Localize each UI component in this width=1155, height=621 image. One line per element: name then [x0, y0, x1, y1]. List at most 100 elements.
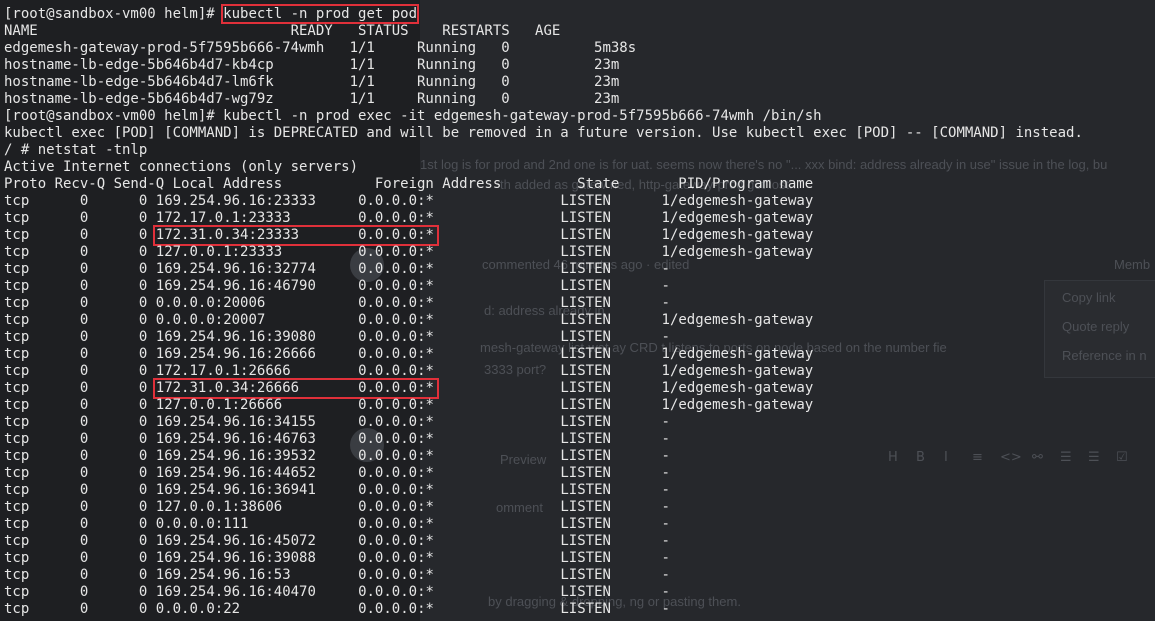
netstat-pid-program: -	[661, 516, 670, 532]
terminal-line-text: kubectl exec [POD] [COMMAND] is DEPRECAT…	[4, 125, 1083, 141]
netstat-foreign-address: 0.0.0.0:*	[358, 448, 434, 464]
netstat-spacer	[316, 584, 358, 600]
netstat-row: tcp 0 0 0.0.0.0:20006 0.0.0.0:* LISTEN -	[4, 295, 670, 312]
netstat-spacer	[611, 499, 662, 515]
netstat-foreign-address: 0.0.0.0:*	[358, 244, 434, 260]
terminal-line: Proto Recv-Q Send-Q Local Address Foreig…	[4, 176, 813, 193]
netstat-foreign-address: 0.0.0.0:*	[358, 431, 434, 447]
netstat-local-address: 0.0.0.0:20007	[155, 312, 266, 328]
netstat-pid-program: -	[661, 533, 670, 549]
netstat-pid-program: -	[661, 499, 670, 515]
netstat-queues: 0 0	[29, 210, 155, 226]
netstat-spacer	[434, 431, 560, 447]
netstat-row: tcp 0 0 169.254.96.16:40470 0.0.0.0:* LI…	[4, 584, 670, 601]
netstat-foreign-address: 0.0.0.0:*	[358, 567, 434, 583]
netstat-local-address: 172.31.0.34:26666	[155, 380, 300, 396]
netstat-row: tcp 0 0 169.254.96.16:34155 0.0.0.0:* LI…	[4, 414, 670, 431]
netstat-state: LISTEN	[560, 244, 611, 260]
netstat-state: LISTEN	[560, 227, 611, 243]
terminal-line-text: [root@sandbox-vm00 helm]# kubectl -n pro…	[4, 108, 822, 124]
netstat-spacer	[611, 601, 662, 617]
netstat-spacer	[434, 346, 560, 362]
netstat-state: LISTEN	[560, 312, 611, 328]
netstat-proto: tcp	[4, 380, 30, 396]
netstat-spacer	[434, 567, 560, 583]
netstat-spacer	[434, 312, 560, 328]
netstat-spacer	[299, 227, 358, 243]
netstat-proto: tcp	[4, 550, 30, 566]
netstat-pid-program: 1/edgemesh-gateway	[661, 193, 814, 209]
netstat-pid-program: -	[661, 465, 670, 481]
netstat-spacer	[611, 329, 662, 345]
netstat-foreign-address: 0.0.0.0:*	[358, 499, 434, 515]
netstat-queues: 0 0	[29, 482, 155, 498]
netstat-state: LISTEN	[560, 567, 611, 583]
netstat-row: tcp 0 0 169.254.96.16:32774 0.0.0.0:* LI…	[4, 261, 670, 278]
netstat-proto: tcp	[4, 278, 30, 294]
netstat-queues: 0 0	[29, 227, 155, 243]
netstat-foreign-address: 0.0.0.0:*	[358, 329, 434, 345]
terminal-line: NAME READY STATUS RESTARTS AGE	[4, 23, 560, 40]
netstat-foreign-address: 0.0.0.0:*	[358, 550, 434, 566]
terminal-line-text: hostname-lb-edge-5b646b4d7-wg79z 1/1 Run…	[4, 91, 620, 107]
netstat-state: LISTEN	[560, 397, 611, 413]
netstat-spacer	[316, 329, 358, 345]
netstat-local-address: 172.31.0.34:23333	[155, 227, 300, 243]
netstat-proto: tcp	[4, 448, 30, 464]
netstat-spacer	[316, 533, 358, 549]
netstat-row: tcp 0 0 169.254.96.16:39532 0.0.0.0:* LI…	[4, 448, 670, 465]
netstat-state: LISTEN	[560, 346, 611, 362]
netstat-spacer	[611, 431, 662, 447]
netstat-foreign-address: 0.0.0.0:*	[358, 312, 434, 328]
netstat-spacer	[316, 465, 358, 481]
netstat-state: LISTEN	[560, 193, 611, 209]
netstat-queues: 0 0	[29, 431, 155, 447]
netstat-foreign-address: 0.0.0.0:*	[358, 414, 434, 430]
terminal-line: edgemesh-gateway-prod-5f7595b666-74wmh 1…	[4, 40, 636, 57]
netstat-spacer	[316, 414, 358, 430]
netstat-spacer	[611, 244, 662, 260]
netstat-spacer	[265, 312, 358, 328]
terminal-window[interactable]: [root@sandbox-vm00 helm]# kubectl -n pro…	[0, 0, 1155, 621]
netstat-foreign-address: 0.0.0.0:*	[358, 380, 434, 396]
netstat-spacer	[611, 261, 662, 277]
netstat-spacer	[434, 261, 560, 277]
netstat-pid-program: 1/edgemesh-gateway	[661, 363, 814, 379]
netstat-state: LISTEN	[560, 295, 611, 311]
netstat-state: LISTEN	[560, 431, 611, 447]
netstat-row: tcp 0 0 169.254.96.16:36941 0.0.0.0:* LI…	[4, 482, 670, 499]
netstat-local-address: 127.0.0.1:38606	[155, 499, 283, 515]
netstat-pid-program: -	[661, 261, 670, 277]
netstat-spacer	[434, 516, 560, 532]
netstat-proto: tcp	[4, 465, 30, 481]
netstat-queues: 0 0	[29, 601, 155, 617]
netstat-local-address: 169.254.96.16:32774	[155, 261, 316, 277]
netstat-spacer	[611, 295, 662, 311]
netstat-spacer	[291, 210, 358, 226]
netstat-state: LISTEN	[560, 363, 611, 379]
netstat-spacer	[282, 499, 358, 515]
netstat-row: tcp 0 0 169.254.96.16:46763 0.0.0.0:* LI…	[4, 431, 670, 448]
netstat-local-address: 172.17.0.1:23333	[155, 210, 291, 226]
netstat-row: tcp 0 0 172.17.0.1:26666 0.0.0.0:* LISTE…	[4, 363, 813, 380]
netstat-spacer	[611, 550, 662, 566]
netstat-proto: tcp	[4, 193, 30, 209]
netstat-row: tcp 0 0 0.0.0.0:111 0.0.0.0:* LISTEN -	[4, 516, 670, 533]
netstat-local-address: 169.254.96.16:53	[155, 567, 291, 583]
netstat-queues: 0 0	[29, 193, 155, 209]
netstat-spacer	[299, 380, 358, 396]
netstat-proto: tcp	[4, 567, 30, 583]
netstat-spacer	[316, 448, 358, 464]
netstat-spacer	[434, 363, 560, 379]
netstat-proto: tcp	[4, 414, 30, 430]
netstat-local-address: 169.254.96.16:46790	[155, 278, 316, 294]
netstat-proto: tcp	[4, 431, 30, 447]
netstat-spacer	[316, 346, 358, 362]
netstat-pid-program: -	[661, 567, 670, 583]
netstat-local-address: 0.0.0.0:20006	[155, 295, 266, 311]
netstat-spacer	[611, 516, 662, 532]
netstat-proto: tcp	[4, 482, 30, 498]
netstat-queues: 0 0	[29, 295, 155, 311]
netstat-spacer	[265, 295, 358, 311]
netstat-local-address: 0.0.0.0:22	[155, 601, 241, 617]
